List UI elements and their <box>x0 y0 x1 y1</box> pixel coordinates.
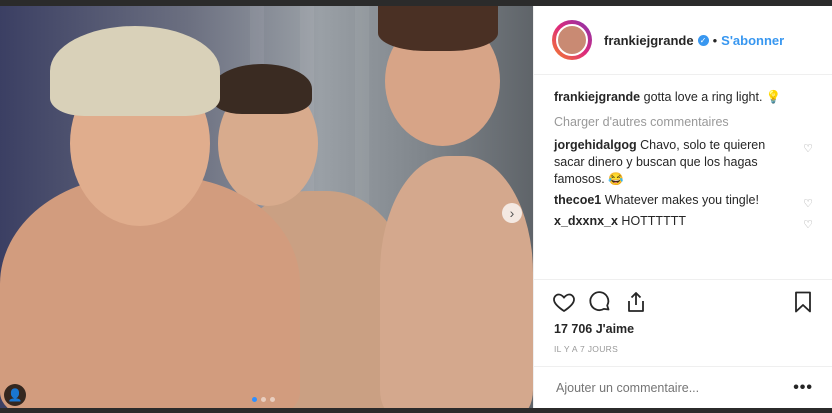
verified-icon: ✓ <box>697 34 709 46</box>
carousel-dots <box>252 397 275 402</box>
comment-text: HOTTTTTT <box>617 214 686 228</box>
avatar[interactable] <box>552 20 592 60</box>
heart-icon[interactable]: ♡ <box>803 196 813 213</box>
comment-text: Whatever makes you tingle! <box>601 193 759 207</box>
chevron-right-icon[interactable]: › <box>502 203 522 223</box>
person-left-hair <box>50 26 220 116</box>
likes-count[interactable]: 17 706 J'aime <box>534 314 832 336</box>
carousel-dot <box>261 397 266 402</box>
bookmark-icon[interactable] <box>791 290 815 314</box>
add-comment-bar: ••• <box>534 366 832 408</box>
person-right-hair <box>378 6 498 51</box>
comment-username[interactable]: x_dxxnx_x <box>554 214 618 228</box>
bottom-bar <box>0 408 832 413</box>
share-icon[interactable] <box>624 290 648 314</box>
list-item: x_dxxnx_x HOTTTTTT ♡ <box>554 213 813 231</box>
avatar-image <box>556 24 588 56</box>
person-middle-hair <box>212 64 312 114</box>
post-sidebar: frankiejgrande ✓ • S'abonner frankiejgra… <box>533 6 832 408</box>
list-item: thecoe1 Whatever makes you tingle! ♡ <box>554 192 813 210</box>
caption: frankiejgrande gotta love a ring light. … <box>554 89 813 106</box>
post-timestamp[interactable]: IL Y A 7 JOURS <box>534 336 832 354</box>
action-icons <box>534 280 832 314</box>
username[interactable]: frankiejgrande <box>604 33 694 48</box>
list-item: jorgehidalgog Chavo, solo te quieren sac… <box>554 137 813 188</box>
load-more-comments[interactable]: Charger d'autres commentaires <box>554 114 813 131</box>
comment-username[interactable]: jorgehidalgog <box>554 138 637 152</box>
post-header: frankiejgrande ✓ • S'abonner <box>534 6 832 75</box>
heart-icon[interactable]: ♡ <box>803 217 813 234</box>
user-tag-icon[interactable]: 👤 <box>4 384 26 406</box>
post-photo[interactable]: › 👤 <box>0 6 533 408</box>
comment-input[interactable] <box>554 379 794 396</box>
caption-text: gotta love a ring light. 💡 <box>640 90 782 104</box>
comment-username[interactable]: thecoe1 <box>554 193 601 207</box>
post-actions: 17 706 J'aime IL Y A 7 JOURS <box>534 279 832 354</box>
follow-button[interactable]: S'abonner <box>721 33 784 48</box>
more-options-icon[interactable]: ••• <box>793 379 813 397</box>
heart-icon[interactable]: ♡ <box>803 141 813 158</box>
comment-icon[interactable] <box>588 290 612 314</box>
person-right-body <box>380 156 533 408</box>
carousel-dot <box>270 397 275 402</box>
caption-username[interactable]: frankiejgrande <box>554 90 640 104</box>
comments-list: frankiejgrande gotta love a ring light. … <box>534 75 832 231</box>
separator-dot: • <box>712 32 718 48</box>
heart-icon[interactable] <box>552 290 576 314</box>
carousel-dot <box>252 397 257 402</box>
